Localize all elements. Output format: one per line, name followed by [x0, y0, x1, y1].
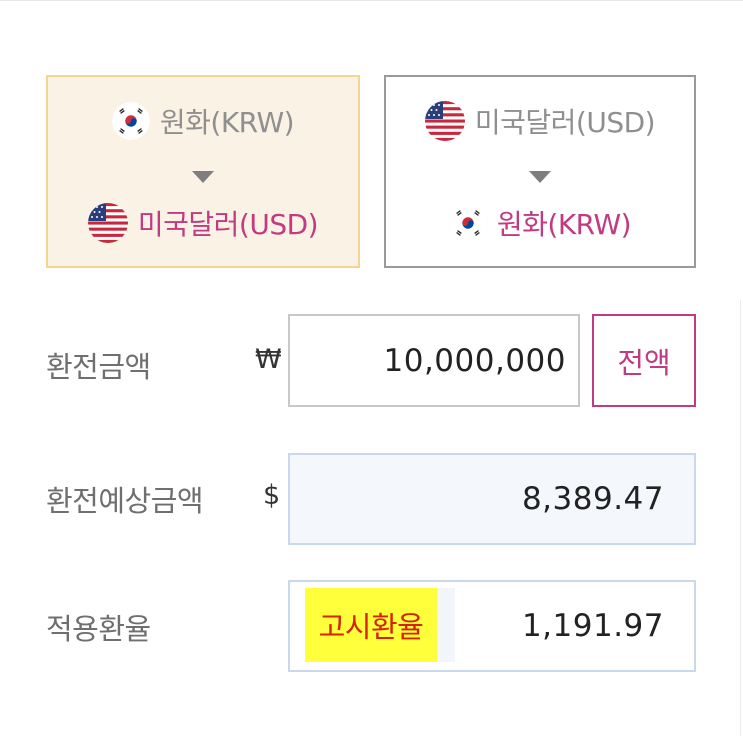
from-currency-label: 미국달러(USD): [474, 106, 656, 139]
from-currency: 원화(KRW): [48, 101, 358, 141]
usd-unit-symbol: $: [263, 480, 281, 511]
amount-label: 환전금액: [46, 350, 151, 384]
to-currency: 미국달러(USD): [48, 203, 358, 243]
from-currency-label: 원화(KRW): [159, 106, 295, 139]
notice-rate-badge: 고시환율: [305, 588, 437, 662]
right-divider: [740, 300, 741, 736]
expected-amount-label: 환전예상금액: [46, 484, 204, 518]
top-divider: [0, 0, 743, 1]
kr-flag-icon: [448, 204, 487, 242]
badge-divider: [437, 588, 455, 662]
amount-input[interactable]: 10,000,000: [288, 314, 580, 407]
to-currency: 원화(KRW): [386, 203, 694, 243]
kr-flag-icon: [111, 102, 150, 140]
us-flag-icon: [87, 203, 128, 243]
krw-unit-symbol: ₩: [255, 344, 282, 375]
full-amount-button[interactable]: 전액: [592, 314, 696, 407]
rate-label: 적용환율: [46, 612, 151, 646]
arrow-down-icon: [529, 171, 551, 183]
direction-usd-to-krw[interactable]: 미국달러(USD) 원화(KRW): [384, 75, 696, 268]
arrow-down-icon: [192, 171, 214, 183]
expected-amount-value: 8,389.47: [288, 453, 696, 545]
to-currency-label: 원화(KRW): [496, 208, 632, 241]
direction-krw-to-usd[interactable]: 원화(KRW) 미국달러(USD): [46, 75, 360, 268]
from-currency: 미국달러(USD): [386, 101, 694, 141]
us-flag-icon: [424, 101, 465, 141]
to-currency-label: 미국달러(USD): [137, 208, 319, 241]
